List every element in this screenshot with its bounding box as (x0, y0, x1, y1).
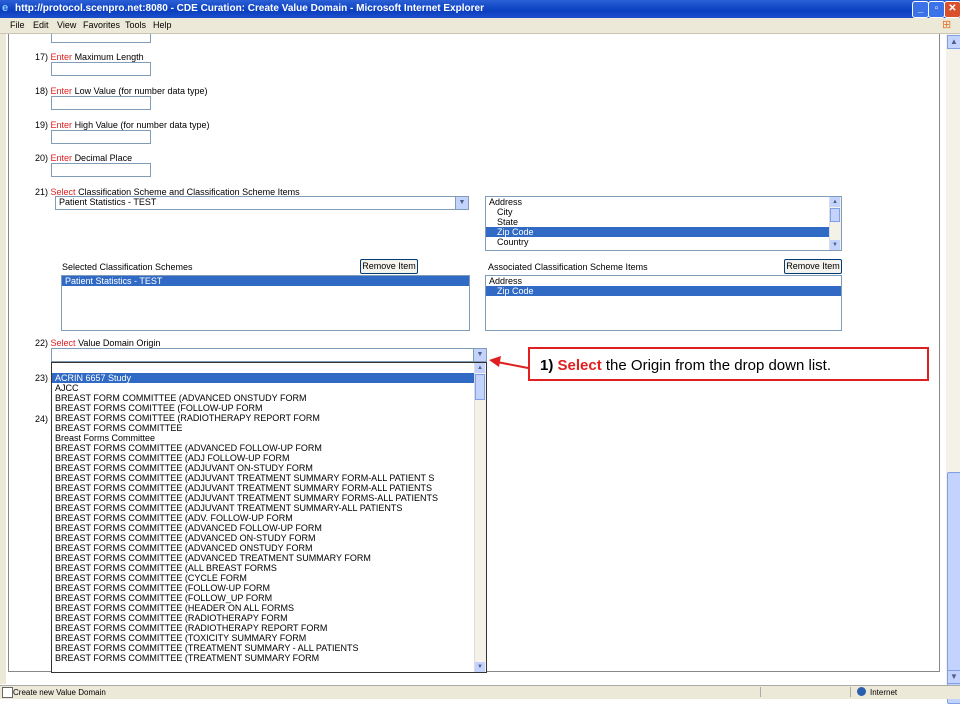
dropdown-option[interactable]: BREAST FORMS COMMITTEE (FOLLOW_UP FORM (52, 593, 474, 603)
dropdown-option[interactable]: BREAST FORMS COMMITTEE (TREATMENT SUMMAR… (52, 643, 474, 653)
menu-help[interactable]: Help (153, 20, 172, 30)
list-item[interactable]: Country (486, 237, 829, 247)
dropdown-option[interactable]: BREAST FORMS COMMITTEE (RADIOTHERAPY REP… (52, 623, 474, 633)
high-value-input[interactable] (51, 130, 151, 144)
item-17-label: 17) Enter Maximum Length (35, 52, 144, 62)
list-item[interactable]: Address (486, 276, 841, 286)
dropdown-scrollbar[interactable]: ▲ ▼ (474, 363, 486, 672)
dropdown-option[interactable]: BREAST FORMS COMMITTEE (ADJUVANT TREATME… (52, 473, 474, 483)
remove-scheme-button[interactable]: Remove Item (360, 259, 418, 274)
dropdown-option[interactable]: BREAST FORMS COMMITTEE (ADJUVANT TREATME… (52, 503, 474, 513)
dropdown-option[interactable]: AJCC (52, 383, 474, 393)
globe-icon (857, 687, 866, 696)
associated-items-label: Associated Classification Scheme Items (488, 262, 648, 272)
scroll-up-icon[interactable]: ▲ (830, 197, 840, 207)
dropdown-option[interactable]: BREAST FORMS COMMITTEE (52, 423, 474, 433)
listbox-scrollbar[interactable]: ▲ ▼ (829, 197, 841, 250)
menu-favorites[interactable]: Favorites (83, 20, 120, 30)
status-text: Create new Value Domain (13, 688, 106, 697)
menu-view[interactable]: View (57, 20, 76, 30)
menu-file[interactable]: File (10, 20, 25, 30)
low-value-input[interactable] (51, 96, 151, 110)
page-scrollbar[interactable]: ▲ ▼ (946, 34, 960, 704)
dropdown-option[interactable]: BREAST FORMS COMMITTEE (CYCLE FORM (52, 573, 474, 583)
previous-field-input[interactable] (51, 34, 151, 43)
instruction-callout: 1) Select the Origin from the drop down … (528, 347, 929, 381)
item-18-label: 18) Enter Low Value (for number data typ… (35, 86, 208, 96)
dropdown-option[interactable]: BREAST FORMS COMMITTEE (ADJ FOLLOW-UP FO… (52, 453, 474, 463)
dropdown-option[interactable]: BREAST FORMS COMMITTEE (RADIOTHERAPY FOR… (52, 613, 474, 623)
associated-items-listbox[interactable]: Address Zip Code (485, 275, 842, 331)
window-title: http://protocol.scenpro.net:8080 - CDE C… (15, 3, 484, 14)
remove-item-button[interactable]: Remove Item (784, 259, 842, 274)
dropdown-option[interactable]: BREAST FORMS COMMITTEE (ADJUVANT ON-STUD… (52, 463, 474, 473)
dropdown-option[interactable]: Breast Forms Committee (52, 433, 474, 443)
item-20-label: 20) Enter Decimal Place (35, 153, 133, 163)
security-zone: Internet (870, 688, 898, 697)
list-item[interactable]: Address (486, 197, 829, 207)
scroll-down-icon[interactable]: ▼ (475, 662, 485, 672)
scroll-down-icon[interactable]: ▼ (830, 240, 840, 250)
value-domain-origin-select[interactable]: ▼ (51, 348, 487, 362)
dropdown-option[interactable]: BREAST FORMS COMMITTEE (ADV. FOLLOW-UP F… (52, 513, 474, 523)
list-item[interactable]: Patient Statistics - TEST (62, 276, 469, 286)
dropdown-option[interactable]: BREAST FORMS COMMITTEE (TOXICITY SUMMARY… (52, 633, 474, 643)
left-frame (0, 34, 6, 684)
status-divider (850, 687, 851, 697)
status-divider (760, 687, 761, 697)
chevron-down-icon[interactable]: ▼ (455, 197, 468, 209)
dropdown-option[interactable]: BREAST FORMS COMITTEE (FOLLOW-UP FORM (52, 403, 474, 413)
origin-dropdown-list[interactable]: ACRIN 6657 Study AJCC BREAST FORM COMMITTE… (51, 362, 487, 673)
item-19-label: 19) Enter High Value (for number data ty… (35, 120, 210, 130)
scroll-up-icon[interactable]: ▲ (947, 35, 960, 49)
scroll-up-icon[interactable]: ▲ (475, 363, 485, 373)
maximum-length-input[interactable] (51, 62, 151, 76)
decimal-place-input[interactable] (51, 163, 151, 177)
classification-items-listbox[interactable]: Address City State Zip Code Country ▲ ▼ (485, 196, 842, 251)
dropdown-option[interactable]: BREAST FORMS COMMITTEE (ADVANCED TREATME… (52, 553, 474, 563)
menu-edit[interactable]: Edit (33, 20, 49, 30)
item-23-label: 23) (35, 373, 49, 383)
dropdown-option[interactable]: BREAST FORMS COMMITTEE (ADVANCED ONSTUDY… (52, 543, 474, 553)
dropdown-option[interactable]: BREAST FORMS COMMITTEE (ADVANCED FOLLOW-… (52, 443, 474, 453)
dropdown-option[interactable]: BREAST FORMS COMMITTEE (FOLLOW-UP FORM (52, 583, 474, 593)
windows-logo-icon: ⊞ (942, 19, 952, 31)
scroll-thumb[interactable] (475, 374, 485, 400)
menu-bar: File Edit View Favorites Tools Help (0, 18, 960, 34)
classification-scheme-value: Patient Statistics - TEST (59, 197, 157, 207)
status-bar: Create new Value Domain Internet (0, 685, 960, 699)
list-item[interactable]: City (486, 207, 829, 217)
scroll-thumb[interactable] (830, 208, 840, 222)
close-button[interactable]: ✕ (944, 1, 960, 18)
ie-icon: e (2, 2, 9, 14)
dropdown-option[interactable]: BREAST FORM COMMITTEE (ADVANCED ONSTUDY … (52, 393, 474, 403)
callout-arrow (489, 356, 529, 369)
classification-scheme-select[interactable]: Patient Statistics - TEST ▼ (55, 196, 469, 210)
page-icon (2, 687, 13, 698)
dropdown-option[interactable]: BREAST FORMS COMMITTEE (HEADER ON ALL FO… (52, 603, 474, 613)
dropdown-option[interactable]: BREAST FORMS COMMITTEE (ALL BREAST FORMS (52, 563, 474, 573)
dropdown-option[interactable]: BREAST FORMS COMITTEE (RADIOTHERAPY REPO… (52, 413, 474, 423)
item-24-label: 24) (35, 414, 49, 424)
item-22-label: 22) Select Value Domain Origin (35, 338, 161, 348)
minimize-button[interactable]: _ (912, 1, 929, 18)
dropdown-option[interactable]: BREAST FORMS COMMITTEE (ADVANCED ON-STUD… (52, 533, 474, 543)
list-item[interactable]: State (486, 217, 829, 227)
dropdown-option[interactable]: BREAST FORMS COMMITTEE (ADJUVANT TREATME… (52, 493, 474, 503)
dropdown-option[interactable]: BREAST FORMS COMMITTEE (ADVANCED FOLLOW-… (52, 523, 474, 533)
scroll-down-icon[interactable]: ▼ (947, 670, 960, 684)
list-item[interactable]: Zip Code (486, 286, 841, 296)
selected-schemes-listbox[interactable]: Patient Statistics - TEST (61, 275, 470, 331)
dropdown-option[interactable]: BREAST FORMS COMMITTEE (TREATMENT SUMMAR… (52, 653, 474, 663)
selected-schemes-label: Selected Classification Schemes (62, 262, 193, 272)
menu-tools[interactable]: Tools (125, 20, 146, 30)
dropdown-option[interactable]: ACRIN 6657 Study (52, 373, 474, 383)
list-item[interactable]: Zip Code (486, 227, 829, 237)
maximize-button[interactable]: ▫ (928, 1, 945, 18)
dropdown-option[interactable]: BREAST FORMS COMMITTEE (ADJUVANT TREATME… (52, 483, 474, 493)
window-title-bar: e http://protocol.scenpro.net:8080 - CDE… (0, 0, 960, 18)
